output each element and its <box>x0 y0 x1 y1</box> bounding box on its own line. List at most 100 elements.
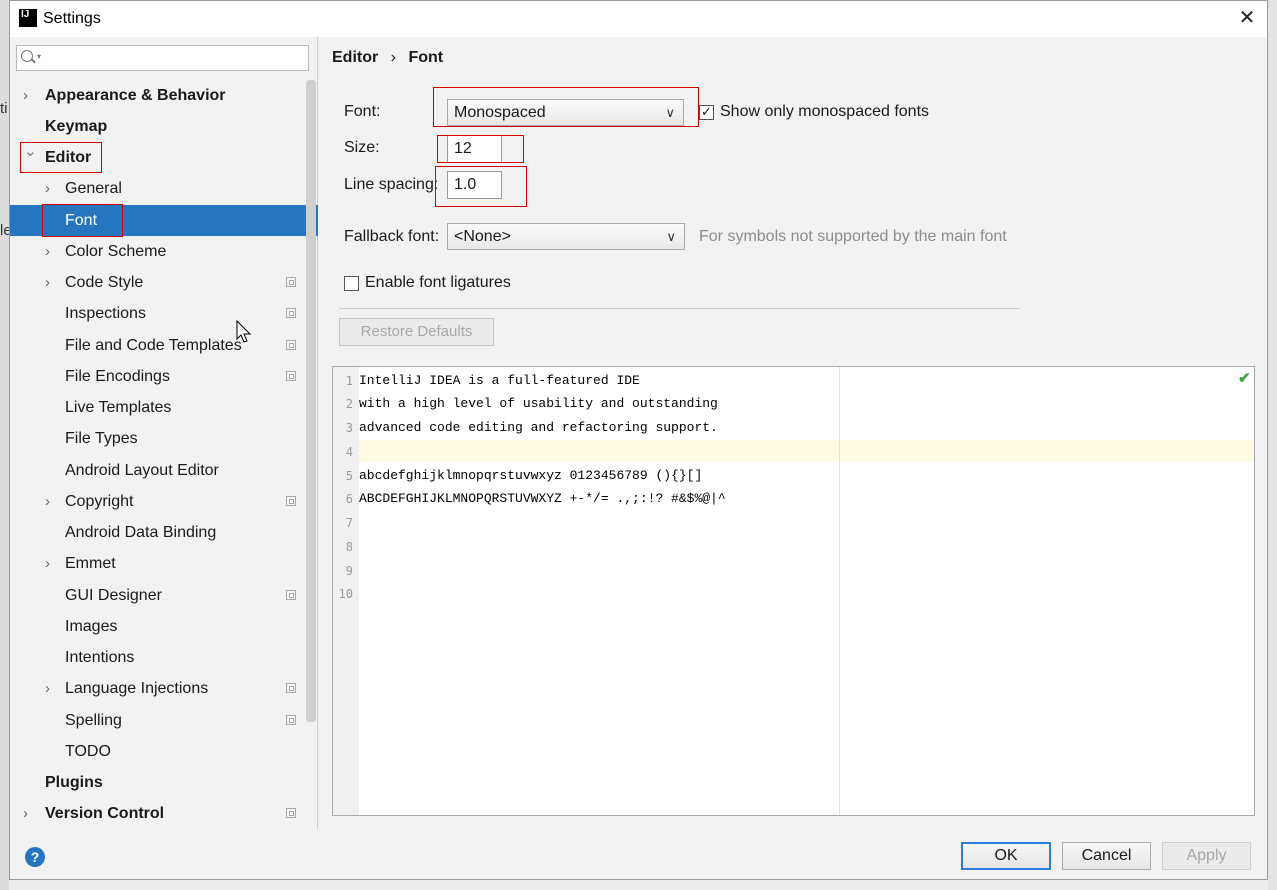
sidebar-item-code-style[interactable]: › Code Style <box>10 267 318 298</box>
sidebar-item-version-control[interactable]: › Version Control <box>10 798 318 829</box>
sidebar-scrollbar[interactable] <box>306 80 316 722</box>
code-line: with a high level of usability and outst… <box>359 396 718 411</box>
sidebar-item-label: TODO <box>65 743 111 760</box>
chevron-right-icon[interactable]: › <box>45 548 57 579</box>
project-level-icon <box>286 808 296 818</box>
sidebar-item-android-data-binding[interactable]: Android Data Binding <box>10 517 318 548</box>
breadcrumb: Editor › Font <box>332 49 443 67</box>
sidebar-item-label: Spelling <box>65 712 122 729</box>
ok-button[interactable]: OK <box>961 842 1051 870</box>
sidebar-item-images[interactable]: Images <box>10 611 318 642</box>
search-input[interactable] <box>16 45 309 71</box>
chevron-right-icon[interactable]: › <box>23 798 35 829</box>
help-icon[interactable]: ? <box>25 847 45 867</box>
sidebar-item-inspections[interactable]: Inspections <box>10 298 318 329</box>
background-window-edge <box>0 0 9 890</box>
project-level-icon <box>286 715 296 725</box>
sidebar-item-copyright[interactable]: › Copyright <box>10 486 318 517</box>
title-bar <box>10 1 1267 37</box>
sidebar-item-file-code-templates[interactable]: File and Code Templates <box>10 330 318 361</box>
sidebar-item-todo[interactable]: TODO <box>10 736 318 767</box>
fallback-hint: For symbols not supported by the main fo… <box>699 228 1007 245</box>
sidebar-item-label: Version Control <box>45 805 165 822</box>
sidebar-item-appearance-behavior[interactable]: › Appearance & Behavior <box>10 80 318 111</box>
sidebar-item-label: Android Data Binding <box>65 524 217 541</box>
sidebar-item-label: General <box>65 180 122 197</box>
line-spacing-label: Line spacing: <box>344 176 439 193</box>
sidebar-item-label: Code Style <box>65 274 144 291</box>
line-number: 1 <box>345 374 353 388</box>
sidebar-item-label: File Types <box>65 430 138 447</box>
sidebar-item-label: Language Injections <box>65 680 209 697</box>
annotation-box-size <box>437 135 524 163</box>
sidebar-item-live-templates[interactable]: Live Templates <box>10 392 318 423</box>
ligatures-checkbox[interactable] <box>344 276 359 291</box>
show-mono-label[interactable]: Show only monospaced fonts <box>720 103 929 121</box>
breadcrumb-separator: › <box>390 49 396 66</box>
breadcrumb-editor[interactable]: Editor <box>332 49 378 66</box>
sidebar-item-label: Intentions <box>65 649 135 666</box>
fallback-font-select[interactable]: <None> ∨ <box>447 223 685 250</box>
search-options-icon[interactable]: ▾ <box>37 52 41 61</box>
sidebar-item-label: File and Code Templates <box>65 337 242 354</box>
search-icon[interactable] <box>21 50 33 62</box>
cancel-button[interactable]: Cancel <box>1062 842 1151 870</box>
line-number: 4 <box>345 445 353 459</box>
sidebar-item-general[interactable]: › General <box>10 173 318 204</box>
project-level-icon <box>286 590 296 600</box>
sidebar-item-label: Copyright <box>65 493 134 510</box>
sidebar-item-label: Inspections <box>65 305 146 322</box>
sidebar-item-label: Keymap <box>45 118 108 135</box>
project-level-icon <box>286 340 296 350</box>
project-level-icon <box>286 683 296 693</box>
sidebar-item-file-encodings[interactable]: File Encodings <box>10 361 318 392</box>
line-number: 7 <box>345 516 353 530</box>
fallback-font-value: <None> <box>454 228 511 245</box>
apply-button[interactable]: Apply <box>1162 842 1251 870</box>
sidebar-item-intentions[interactable]: Intentions <box>10 642 318 673</box>
close-icon[interactable]: ✕ <box>1236 6 1258 30</box>
sidebar-item-label: Appearance & Behavior <box>45 87 226 104</box>
sidebar-item-label: Live Templates <box>65 399 172 416</box>
background-window-edge-right <box>1268 0 1277 890</box>
separator <box>339 308 1020 309</box>
right-margin-guide <box>839 367 840 815</box>
chevron-right-icon[interactable]: › <box>45 267 57 298</box>
annotation-box-line-spacing <box>435 166 527 207</box>
background-text-fragment: ti <box>0 100 8 117</box>
sidebar-item-keymap[interactable]: Keymap <box>10 111 318 142</box>
sidebar-item-android-layout-editor[interactable]: Android Layout Editor <box>10 455 318 486</box>
inspection-ok-icon[interactable]: ✔ <box>1238 369 1251 387</box>
sidebar-item-plugins[interactable]: Plugins <box>10 767 318 798</box>
sidebar-item-label: Images <box>65 618 118 635</box>
intellij-app-icon: IJ <box>17 7 39 29</box>
ligatures-label[interactable]: Enable font ligatures <box>365 274 511 292</box>
sidebar-item-gui-designer[interactable]: GUI Designer <box>10 580 318 611</box>
code-line: ABCDEFGHIJKLMNOPQRSTUVWXYZ +-*/= .,;:!? … <box>359 491 726 506</box>
font-label: Font: <box>344 103 381 120</box>
chevron-right-icon[interactable]: › <box>45 673 57 704</box>
annotation-box-editor <box>20 142 102 173</box>
chevron-right-icon[interactable]: › <box>45 486 57 517</box>
annotation-box-font <box>42 204 123 237</box>
line-number: 5 <box>345 469 353 483</box>
code-line: IntelliJ IDEA is a full-featured IDE <box>359 373 640 388</box>
code-line: abcdefghijklmnopqrstuvwxyz 0123456789 ()… <box>359 468 703 483</box>
line-number: 9 <box>345 564 353 578</box>
sidebar-item-spelling[interactable]: Spelling <box>10 705 318 736</box>
chevron-right-icon[interactable]: › <box>45 173 57 204</box>
project-level-icon <box>286 277 296 287</box>
sidebar-item-color-scheme[interactable]: › Color Scheme <box>10 236 318 267</box>
chevron-right-icon[interactable]: › <box>23 80 35 111</box>
restore-defaults-button[interactable]: Restore Defaults <box>339 318 494 346</box>
sidebar-item-emmet[interactable]: › Emmet <box>10 548 318 579</box>
chevron-right-icon[interactable]: › <box>45 236 57 267</box>
sidebar-item-language-injections[interactable]: › Language Injections <box>10 673 318 704</box>
fallback-font-label: Fallback font: <box>344 228 440 245</box>
code-line: advanced code editing and refactoring su… <box>359 420 718 435</box>
show-mono-checkbox[interactable]: ✓ <box>699 105 714 120</box>
window-title: Settings <box>43 10 101 27</box>
line-number: 8 <box>345 540 353 554</box>
caret-row-highlight <box>359 440 1254 462</box>
sidebar-item-file-types[interactable]: File Types <box>10 423 318 454</box>
